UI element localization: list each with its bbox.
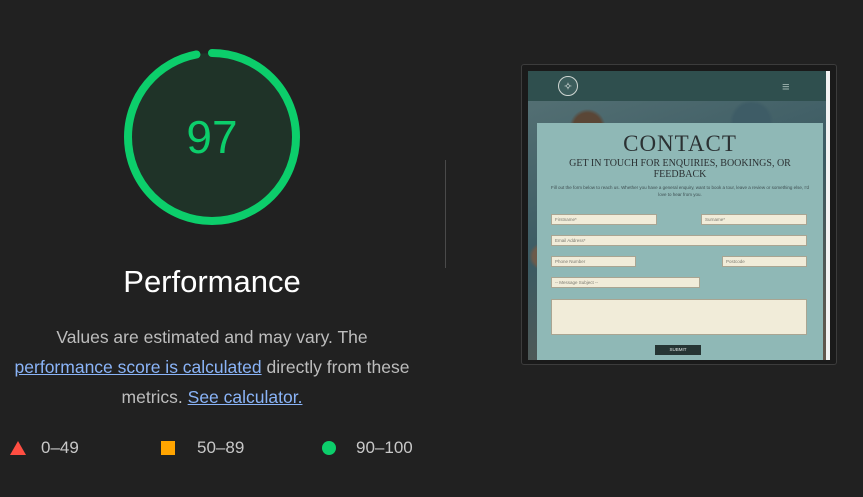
- submit-button: SUBMIT: [655, 345, 701, 355]
- square-icon: [161, 441, 175, 455]
- firstname-field: Firstname*: [551, 214, 657, 225]
- category-title: Performance: [123, 264, 301, 299]
- circular-logo-icon: ✧: [558, 76, 578, 96]
- screenshot-viewport: ✧ ≡ CONTACT GET IN TOUCH FOR ENQUIRIES, …: [528, 71, 830, 360]
- legend-fail-label: 0–49: [41, 438, 79, 457]
- contact-subheading: GET IN TOUCH FOR ENQUIRIES, BOOKINGS, OR…: [569, 158, 791, 180]
- circle-icon: [322, 441, 336, 455]
- description-prefix: Values are estimated and may vary. The: [56, 327, 368, 347]
- score-description: Values are estimated and may vary. The p…: [0, 322, 424, 412]
- legend-average-label: 50–89: [197, 438, 245, 457]
- see-calculator-link[interactable]: See calculator.: [188, 387, 303, 407]
- legend-average: 50–89: [161, 438, 244, 458]
- legend-pass-label: 90–100: [356, 438, 413, 457]
- surname-field: Surname*: [701, 214, 807, 225]
- message-textarea: [551, 299, 807, 335]
- postcode-field: Postcode: [722, 256, 807, 267]
- legend-pass: 90–100: [322, 438, 413, 458]
- vertical-divider: [445, 160, 446, 268]
- subject-select: -- Message Subject --: [551, 277, 700, 288]
- screenshot-scrollbar: [826, 71, 830, 360]
- score-calculated-link[interactable]: performance score is calculated: [15, 357, 262, 377]
- final-screenshot[interactable]: ✧ ≡ CONTACT GET IN TOUCH FOR ENQUIRIES, …: [521, 64, 837, 365]
- performance-score: 97: [186, 111, 238, 163]
- legend-fail: 0–49: [10, 438, 79, 458]
- triangle-icon: [10, 441, 26, 455]
- email-field: Email Address*: [551, 235, 807, 246]
- site-navbar: ✧ ≡: [528, 71, 830, 101]
- phone-field: Phone Number: [551, 256, 636, 267]
- contact-heading: CONTACT: [623, 131, 737, 156]
- hamburger-menu-icon: ≡: [782, 79, 790, 94]
- contact-card: CONTACT GET IN TOUCH FOR ENQUIRIES, BOOK…: [537, 123, 823, 360]
- contact-intro: Fill out the form below to reach us. Whe…: [551, 185, 809, 197]
